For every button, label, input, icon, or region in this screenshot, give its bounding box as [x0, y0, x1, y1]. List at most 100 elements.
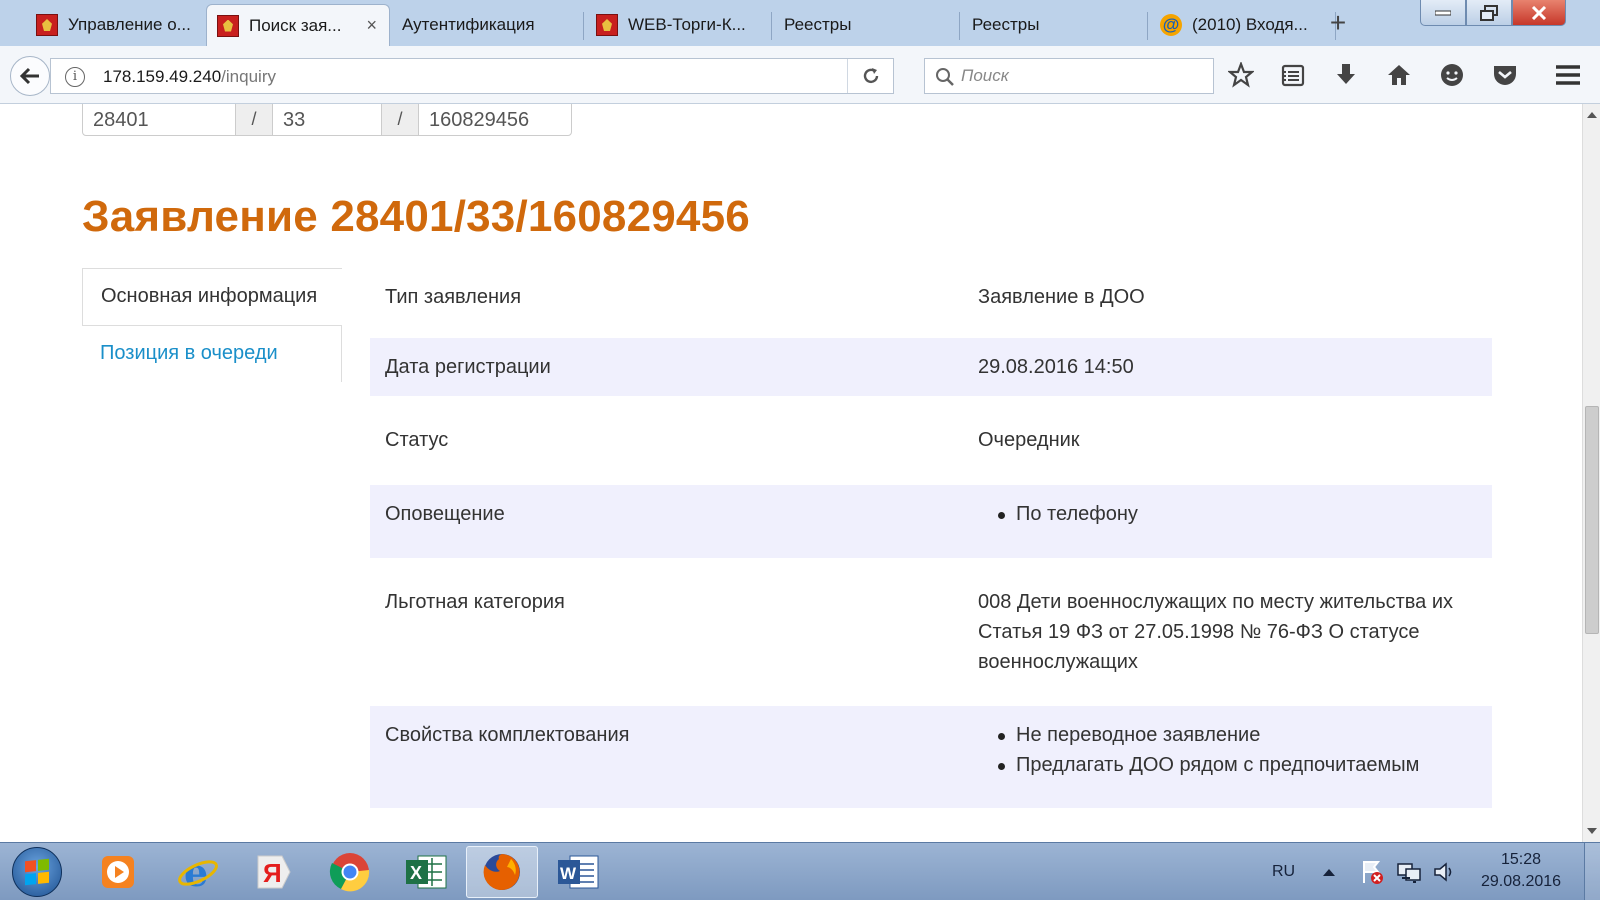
svg-text:Я: Я	[263, 858, 282, 888]
home-icon	[1388, 65, 1410, 85]
new-tab-button[interactable]: +	[1318, 6, 1358, 42]
network-indicator[interactable]	[1396, 843, 1422, 900]
bookmark-star-button[interactable]	[1226, 60, 1256, 90]
taskbar-media-player[interactable]	[82, 846, 154, 898]
taskbar-firefox[interactable]	[466, 846, 538, 898]
row-value: Заявление в ДОО	[978, 286, 1145, 308]
row-label: Тип заявления	[385, 286, 522, 308]
show-hidden-icons-button[interactable]	[1322, 843, 1336, 900]
row-label: Статус	[385, 429, 449, 451]
navigation-toolbar: i 178.159.49.240/inquiry	[0, 46, 1600, 104]
tab-separator	[771, 12, 772, 40]
row-value: 008 Дети военнослужащих по месту жительс…	[978, 591, 1454, 673]
tab-title: Управление о...	[68, 15, 191, 34]
table-row: Оповещение По телефону	[370, 485, 1492, 558]
tab-main-info[interactable]: Основная информация	[82, 268, 342, 326]
hello-button[interactable]	[1437, 60, 1467, 90]
bookmarks-menu-button[interactable]	[1278, 60, 1308, 90]
taskbar-chrome[interactable]	[314, 846, 386, 898]
firefox-icon	[483, 854, 520, 890]
scrollbar-thumb[interactable]	[1585, 406, 1599, 634]
tab-queue-position[interactable]: Позиция в очереди	[82, 326, 342, 382]
close-icon	[1531, 5, 1547, 20]
scroll-up-icon[interactable]	[1587, 112, 1597, 118]
reload-button[interactable]	[847, 59, 893, 93]
id-part-1[interactable]: 28401	[83, 104, 235, 135]
taskbar-yandex-browser[interactable]: Я	[238, 846, 310, 898]
clock-date: 29.08.2016	[1480, 873, 1562, 890]
internet-explorer-icon: e	[178, 852, 218, 892]
scroll-down-icon[interactable]	[1587, 828, 1597, 834]
yandex-browser-icon: Я	[257, 855, 291, 889]
tab-reestry-1[interactable]: Реестры	[774, 4, 960, 46]
taskbar-internet-explorer[interactable]: e	[162, 846, 234, 898]
start-button[interactable]	[12, 847, 62, 897]
table-row: Тип заявления Заявление в ДОО	[370, 264, 1492, 338]
downloads-button[interactable]	[1331, 60, 1361, 90]
id-separator: /	[235, 104, 273, 135]
tab-separator	[583, 12, 584, 40]
id-part-2[interactable]: 33	[273, 104, 381, 135]
search-box[interactable]	[924, 58, 1214, 94]
reload-icon	[863, 68, 878, 84]
clock-time: 15:28	[1500, 851, 1542, 868]
page-title: Заявление 28401/33/160829456	[82, 192, 750, 241]
system-clock[interactable]: 15:28 29.08.2016	[1466, 849, 1576, 893]
action-center-flag[interactable]	[1360, 843, 1384, 900]
tab-separator	[1147, 12, 1148, 40]
id-part-3[interactable]: 160829456	[419, 104, 571, 135]
table-row: Льготная категория 008 Дети военнослужащ…	[370, 558, 1492, 706]
inquiry-id-input-group: 28401 / 33 / 160829456	[82, 104, 572, 136]
table-row: Дата регистрации 29.08.2016 14:50	[370, 338, 1492, 396]
download-arrow-icon	[1337, 64, 1355, 84]
tab-strip: Управление о... Поиск зая... × Аутентифи…	[0, 0, 1600, 46]
show-desktop-button[interactable]	[1584, 843, 1600, 900]
id-separator: /	[381, 104, 419, 135]
close-tab-icon[interactable]: ×	[366, 15, 377, 36]
url-text[interactable]: 178.159.49.240/inquiry	[103, 67, 276, 87]
tab-reestry-2[interactable]: Реестры	[962, 4, 1148, 46]
site-info-icon[interactable]: i	[65, 67, 85, 87]
tab-poisk-zayavleniy[interactable]: Поиск зая... ×	[206, 4, 390, 46]
taskbar-excel[interactable]: X	[390, 846, 462, 898]
tab-inbox[interactable]: @ (2010) Входя...	[1150, 4, 1336, 46]
row-value: Очередник	[978, 429, 1080, 451]
tab-web-torgi[interactable]: WEB-Торги-К...	[586, 4, 772, 46]
tab-title: Аутентификация	[402, 15, 535, 34]
excel-icon: X	[406, 855, 447, 889]
red-crest-icon	[596, 14, 618, 36]
minimize-icon	[1435, 10, 1451, 15]
home-button[interactable]	[1384, 60, 1414, 90]
row-label: Льготная категория	[385, 591, 565, 613]
red-crest-icon	[36, 14, 58, 36]
pocket-button[interactable]	[1490, 60, 1520, 90]
pocket-icon	[1494, 66, 1516, 85]
taskbar-word[interactable]: W	[542, 846, 614, 898]
row-value: По телефону	[978, 485, 1492, 558]
restore-icon	[1480, 4, 1498, 21]
volume-indicator[interactable]	[1432, 843, 1456, 900]
language-indicator[interactable]: RU	[1272, 843, 1295, 900]
action-center-flag-icon	[1363, 861, 1383, 884]
tab-upravlenie[interactable]: Управление о...	[26, 4, 204, 46]
mail-icon: @	[1160, 14, 1182, 36]
restore-button[interactable]	[1466, 0, 1512, 26]
close-window-button[interactable]	[1512, 0, 1566, 26]
side-tabs: Основная информация Позиция в очереди	[82, 268, 342, 382]
chevron-up-icon	[1323, 869, 1335, 876]
hamburger-menu-icon	[1556, 65, 1580, 85]
notification-list: По телефону	[978, 499, 1492, 529]
row-label: Свойства комплектования	[370, 706, 978, 808]
search-input[interactable]	[961, 65, 1201, 87]
tab-separator	[959, 12, 960, 40]
back-button[interactable]	[10, 56, 50, 96]
open-menu-button[interactable]	[1553, 60, 1583, 90]
vertical-scrollbar[interactable]	[1582, 104, 1600, 842]
tab-title: Реестры	[972, 15, 1040, 34]
address-bar[interactable]: i 178.159.49.240/inquiry	[50, 58, 894, 94]
minimize-button[interactable]	[1420, 0, 1466, 26]
tab-authentication[interactable]: Аутентификация	[392, 4, 584, 46]
chrome-icon	[329, 853, 370, 892]
list-item: По телефону	[978, 499, 1492, 529]
speaker-icon	[1434, 862, 1452, 882]
